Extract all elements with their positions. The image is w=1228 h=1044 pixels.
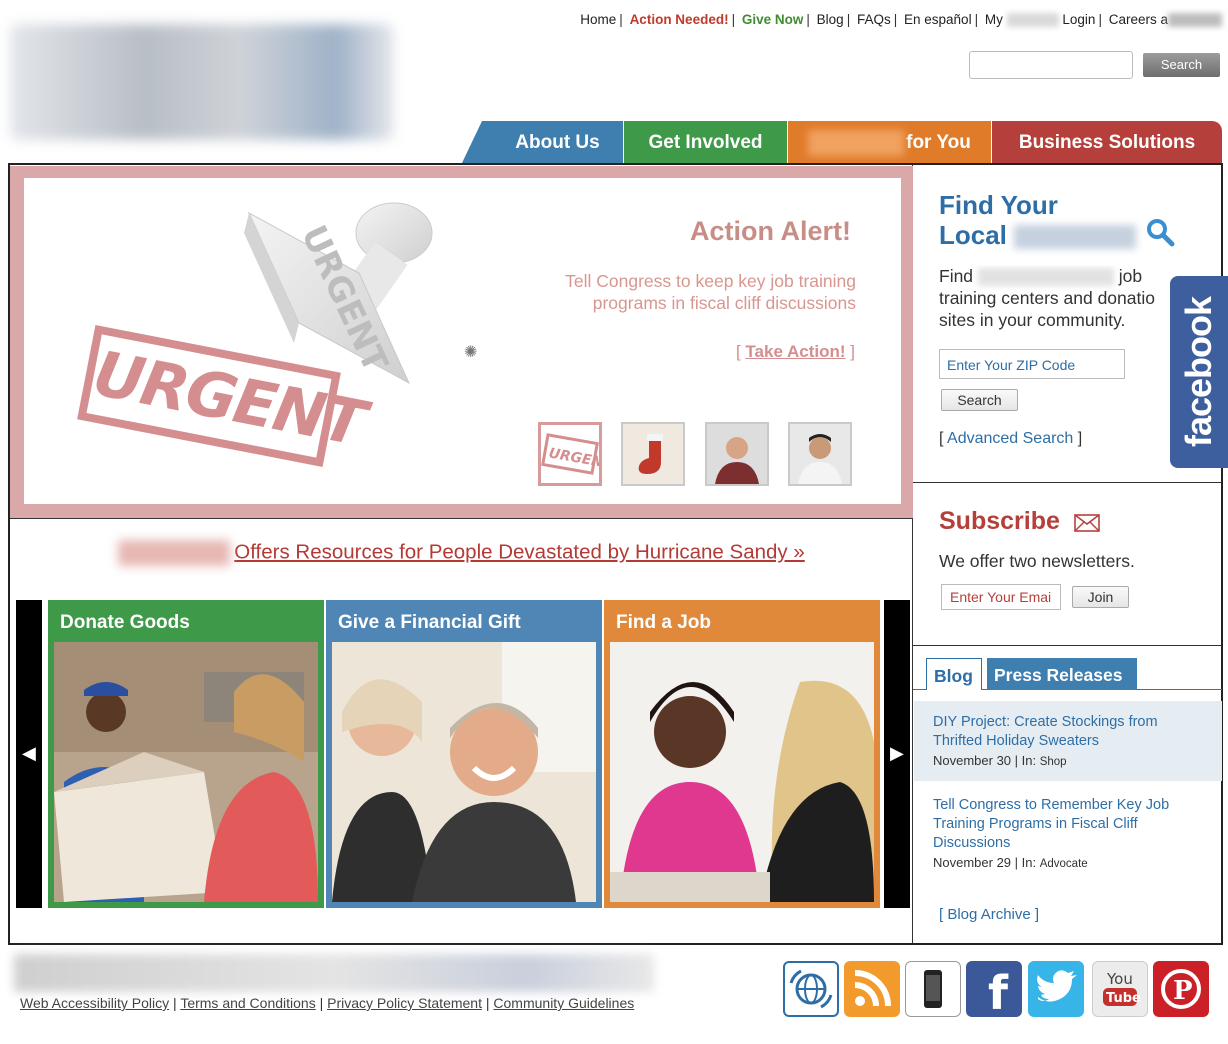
advanced-search-link[interactable]: Advanced Search xyxy=(947,430,1073,447)
svg-text:P: P xyxy=(1173,976,1193,1006)
join-button[interactable]: Join xyxy=(1072,586,1129,608)
advanced-search-wrapper: [ Advanced Search ] xyxy=(939,430,1083,447)
facebook-side-tab[interactable]: facebook xyxy=(1170,276,1228,468)
card-financial-gift-title: Give a Financial Gift xyxy=(338,612,521,633)
section-divider xyxy=(913,482,1222,483)
footer-links: Web Accessibility Policy | Terms and Con… xyxy=(20,995,635,1011)
newsletter-email-input[interactable]: Enter Your Emai xyxy=(941,584,1061,610)
blog-post-title[interactable]: DIY Project: Create Stockings from Thrif… xyxy=(933,714,1158,749)
community-guidelines-link[interactable]: Community Guidelines xyxy=(493,995,634,1011)
slide-thumb-urgent[interactable]: URGENT xyxy=(538,422,602,486)
faqs-link[interactable]: FAQs xyxy=(857,12,891,27)
chevron-right-icon: ▶ xyxy=(890,743,904,763)
card-find-job[interactable]: Find a Job xyxy=(604,600,880,908)
blog-post: DIY Project: Create Stockings from Thrif… xyxy=(933,713,1198,772)
home-link[interactable]: Home xyxy=(580,12,616,27)
blog-post-meta: November 30 | In: Shop xyxy=(933,753,1067,768)
financial-gift-photo xyxy=(332,642,596,902)
loading-spinner-icon: ✺ xyxy=(464,344,478,361)
blog-link[interactable]: Blog xyxy=(817,12,844,27)
action-alert-title: Action Alert! xyxy=(690,216,851,246)
blog-archive-link[interactable]: [ Blog Archive ] xyxy=(939,906,1039,923)
tab-press-releases[interactable]: Press Releases xyxy=(987,658,1137,690)
take-action-link[interactable]: Take Action! xyxy=(745,342,845,361)
facebook-tab-label: facebook xyxy=(1178,296,1219,448)
action-alert-hero: URGENT URGENT ✺ Action Alert! Tell Congr… xyxy=(10,166,913,518)
site-search-input[interactable] xyxy=(969,51,1133,79)
site-search-button[interactable]: Search xyxy=(1143,53,1220,77)
rss-icon[interactable] xyxy=(844,961,900,1017)
tab-for-you-label: for You xyxy=(906,132,971,153)
card-find-job-title: Find a Job xyxy=(616,612,711,633)
footer-address xyxy=(14,954,654,992)
find-job-photo xyxy=(610,642,874,902)
find-local-title: Find Your Local xyxy=(939,190,1137,250)
top-links: Home | Action Needed! | Give Now | Blog | FA… xyxy=(580,12,1222,28)
section-divider xyxy=(913,645,1222,646)
sandy-banner: Offers Resources for People Devastated b… xyxy=(10,540,913,566)
tab-about-us[interactable]: About Us xyxy=(462,121,623,163)
tab-blog[interactable]: Blog xyxy=(926,658,982,690)
login-link[interactable]: Login xyxy=(1062,12,1095,27)
my-account-link[interactable]: My xyxy=(985,12,1059,28)
svg-text:You: You xyxy=(1106,970,1133,988)
zip-search-button[interactable]: Search xyxy=(941,389,1018,411)
find-local-text: Find job training centers and donatio si… xyxy=(939,266,1155,330)
carousel-prev-button[interactable]: ◀ xyxy=(16,600,42,908)
pinterest-icon[interactable]: P xyxy=(1153,961,1209,1017)
blog-post-title[interactable]: Tell Congress to Remember Key Job Traini… xyxy=(933,797,1169,851)
privacy-link[interactable]: Privacy Policy Statement xyxy=(327,995,482,1011)
hero-divider xyxy=(10,518,913,519)
take-action-wrapper: [ Take Action! ] xyxy=(735,342,855,361)
card-financial-gift[interactable]: Give a Financial Gift xyxy=(326,600,602,908)
accessibility-link[interactable]: Web Accessibility Policy xyxy=(20,995,169,1011)
site-logo[interactable] xyxy=(10,24,394,140)
zip-code-input[interactable]: Enter Your ZIP Code xyxy=(939,349,1125,379)
youtube-icon[interactable]: You Tube xyxy=(1092,961,1148,1017)
slide-thumb-young-man[interactable] xyxy=(788,422,852,486)
globe-icon[interactable] xyxy=(783,961,839,1017)
twitter-icon[interactable] xyxy=(1028,961,1084,1017)
subscribe-title: Subscribe xyxy=(939,507,1060,535)
carousel-next-button[interactable]: ▶ xyxy=(884,600,910,908)
donate-goods-photo xyxy=(54,642,318,902)
svg-text:f: f xyxy=(988,966,1009,1017)
tab-get-involved[interactable]: Get Involved xyxy=(624,121,787,163)
slide-thumb-man[interactable] xyxy=(705,422,769,486)
subscribe-text: We offer two newsletters. xyxy=(939,551,1135,571)
svg-text:Tube: Tube xyxy=(1106,991,1141,1006)
tab-for-you[interactable]: for You xyxy=(788,121,991,163)
action-needed-link[interactable]: Action Needed! xyxy=(630,12,729,27)
careers-link[interactable]: Careers a xyxy=(1109,12,1222,28)
blog-post-meta: November 29 | In: Advocate xyxy=(933,855,1088,870)
slide-thumb-stocking[interactable] xyxy=(621,422,685,486)
blurred-org-name xyxy=(118,540,231,566)
hero-slide[interactable]: URGENT URGENT ✺ Action Alert! Tell Congr… xyxy=(24,178,901,504)
espanol-link[interactable]: En español xyxy=(904,12,972,27)
facebook-icon[interactable]: f xyxy=(966,961,1022,1017)
tab-business-solutions[interactable]: Business Solutions xyxy=(992,121,1222,163)
chevron-left-icon: ◀ xyxy=(22,743,36,763)
sandy-link[interactable]: Offers Resources for People Devastated b… xyxy=(234,540,805,563)
terms-link[interactable]: Terms and Conditions xyxy=(180,995,315,1011)
card-donate-goods-title: Donate Goods xyxy=(60,612,190,633)
card-donate-goods[interactable]: Donate Goods xyxy=(48,600,324,908)
action-alert-text: Tell Congress to keep key job training p… xyxy=(565,271,856,313)
search-icon[interactable] xyxy=(1145,217,1175,247)
envelope-icon xyxy=(1074,514,1100,532)
blog-post: Tell Congress to Remember Key Job Traini… xyxy=(933,796,1198,874)
mobile-icon[interactable] xyxy=(905,961,961,1017)
give-now-link[interactable]: Give Now xyxy=(742,12,804,27)
